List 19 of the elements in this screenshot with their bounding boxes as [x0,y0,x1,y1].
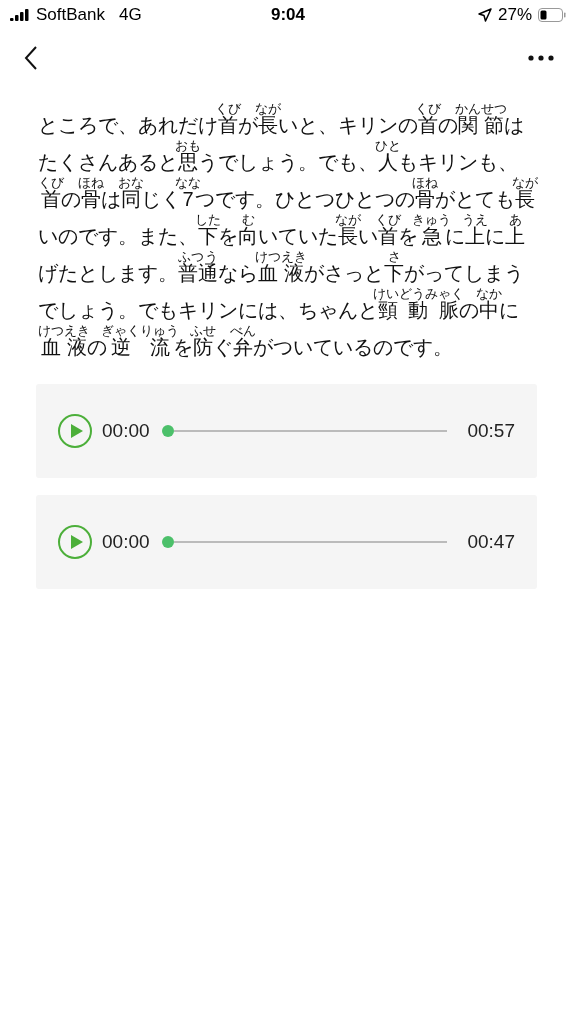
signal-icon [10,9,30,21]
carrier-name: SoftBank [36,5,105,25]
play-button[interactable] [58,414,92,448]
current-time: 00:00 [102,420,150,442]
play-icon[interactable] [69,423,84,439]
more-icon[interactable] [528,55,554,61]
play-icon[interactable] [69,534,84,550]
location-arrow-icon [477,8,492,22]
battery-icon [538,8,566,22]
clock-time: 9:04 [271,5,305,25]
battery-percent: 27% [497,5,532,25]
progress-thumb[interactable] [161,536,174,548]
article-paragraph: ところで、あれだけ首 くび が長 なが いと、キリンの首 くび の関節 かんせつ はたくさんあると思 おも うでしょう。でも、人 ひと もキリンも、 首 くび の骨 ほね は同 おな じく 7 なな つです。ひとつひとつの骨 ほね がとても長 なが いのです。また、下 した を向 む いていた長 なが い首 くび を 急 きゅう に上 うえ に上 あ げたとします。普通 ふつう なら血液 けつえき がさっと下 さ がってしまうでしょう。でもキリンには、ちゃんと頸動脈 けいどうみゃく の中 なか に 血液 けつえき の 逆流 ぎゃくりゅう を防 ふせ ぐ弁 べん がついているのです。 [38,102,539,360]
network-type: 4G [119,5,142,25]
play-button[interactable] [58,525,92,559]
duration-time: 00:47 [467,531,515,553]
current-time: 00:00 [102,531,150,553]
duration-time: 00:57 [467,420,515,442]
progress-thumb[interactable] [161,425,174,437]
